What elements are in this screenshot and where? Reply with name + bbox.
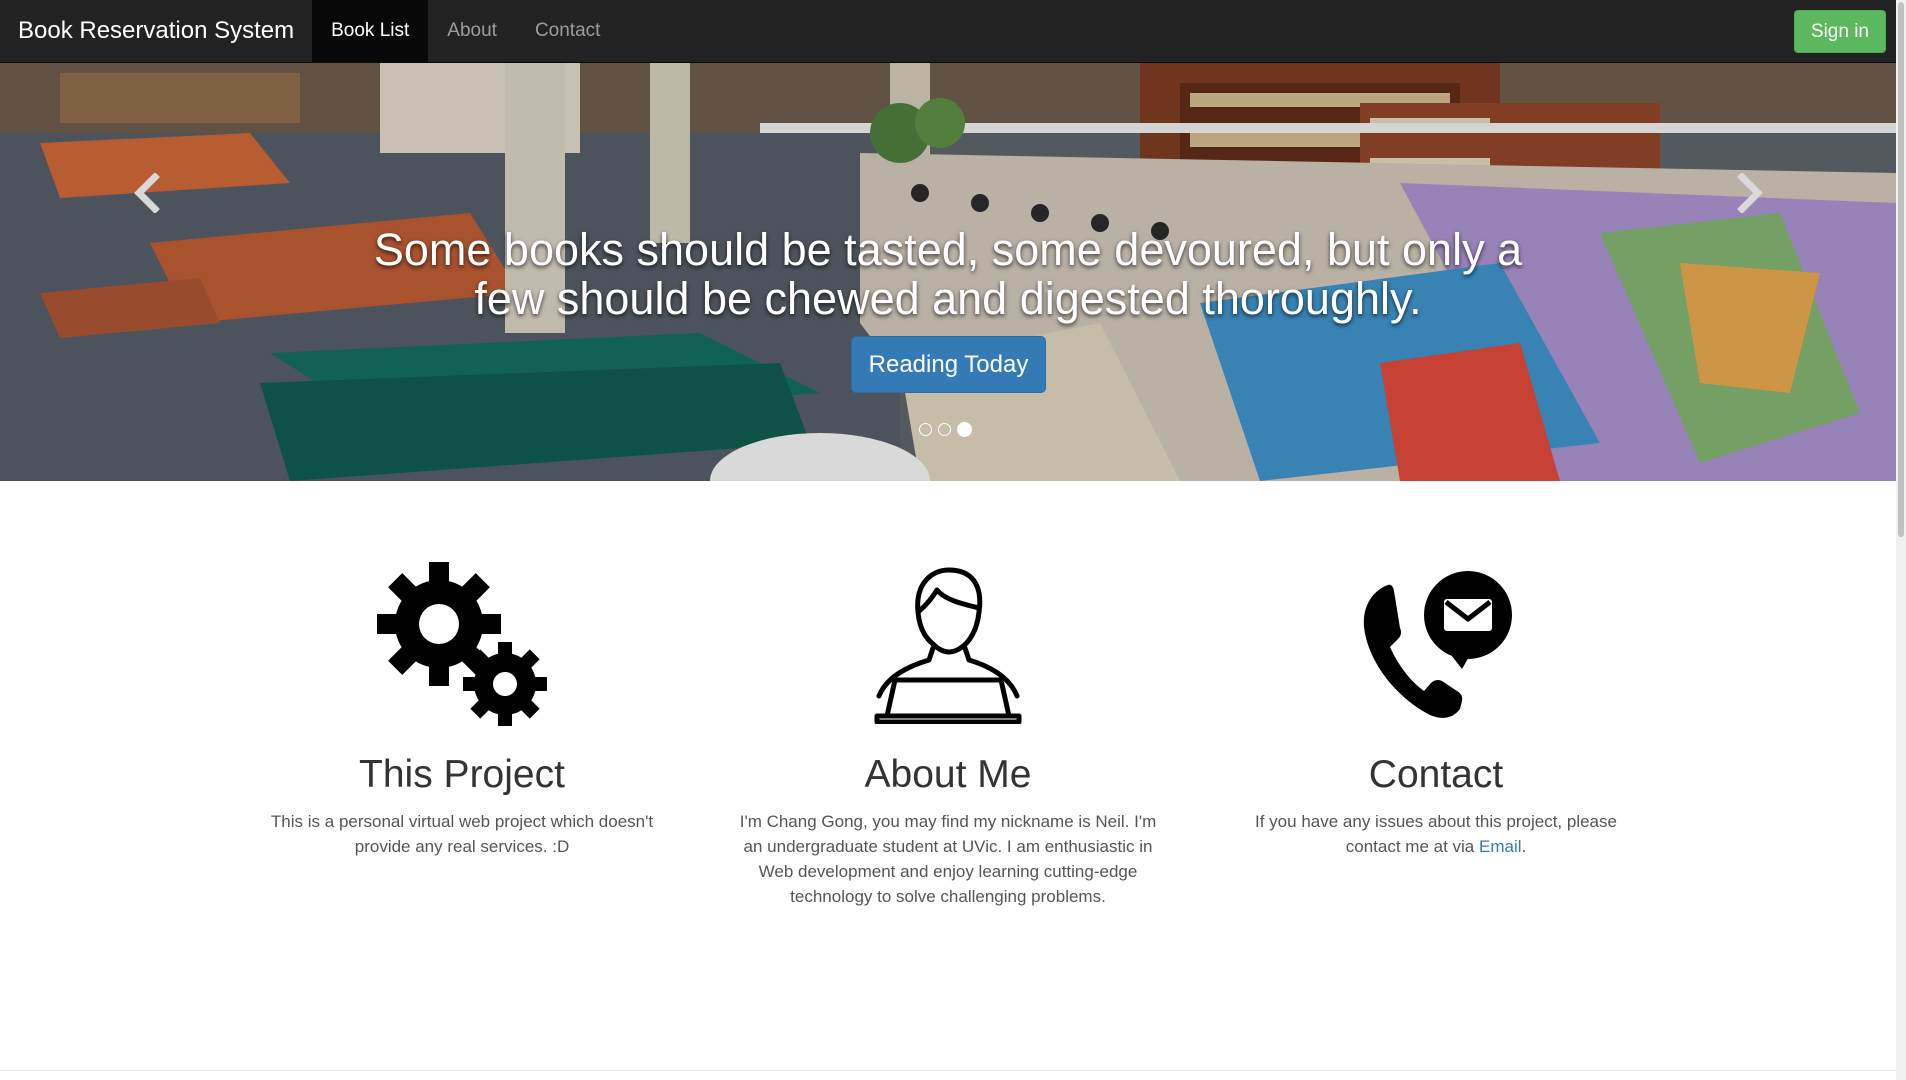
feature-title: About Me: [864, 753, 1032, 796]
email-link[interactable]: Email: [1479, 837, 1522, 856]
feature-text: If you have any issues about this projec…: [1226, 809, 1646, 859]
carousel-indicator-2[interactable]: [938, 423, 951, 436]
page-scrollbar[interactable]: [1896, 0, 1906, 1080]
page: Book Reservation System Book List About …: [0, 0, 1906, 1080]
carousel-indicator-3[interactable]: [957, 422, 972, 437]
feature-icon-wrapper: [738, 559, 1158, 729]
brand-link[interactable]: Book Reservation System: [0, 0, 312, 62]
feature-icon-wrapper: [1226, 559, 1646, 729]
carousel-next-control[interactable]: [1720, 153, 1780, 233]
nav-item-contact[interactable]: Contact: [516, 0, 619, 62]
nav-item-book-list[interactable]: Book List: [312, 0, 429, 62]
main-content: Book Reservation System Book List About …: [0, 0, 1896, 1080]
feature-this-project: This Project This is a personal virtual …: [252, 559, 672, 859]
carousel-caption: Some books should be tasted, some devour…: [373, 224, 1523, 324]
features-section: This Project This is a personal virtual …: [0, 481, 1896, 1080]
phone-mail-icon: [1363, 571, 1512, 718]
feature-text: This is a personal virtual web project w…: [270, 812, 654, 856]
hero-carousel: Some books should be tasted, some devour…: [0, 63, 1896, 481]
sign-in-button[interactable]: Sign in: [1793, 10, 1886, 53]
feature-text-before: If you have any issues about this projec…: [1255, 812, 1617, 856]
carousel-prev-control[interactable]: [117, 153, 177, 233]
feature-contact: Contact If you have any issues about thi…: [1226, 559, 1646, 859]
person-laptop-icon: [874, 567, 1022, 724]
chevron-left-icon: [134, 173, 160, 213]
carousel-indicators: [919, 422, 972, 437]
nav-item-about[interactable]: About: [428, 0, 516, 62]
gears-icon: [377, 562, 547, 726]
carousel-indicator-1[interactable]: [919, 423, 932, 436]
navbar: Book Reservation System Book List About …: [0, 0, 1896, 63]
feature-icon-wrapper: [252, 559, 672, 729]
nav-menu: Book List About Contact: [312, 0, 619, 62]
section-divider: [0, 1070, 1896, 1071]
reading-today-button[interactable]: Reading Today: [851, 336, 1046, 393]
feature-text-after: .: [1521, 837, 1527, 856]
feature-title: This Project: [359, 753, 565, 796]
feature-title: Contact: [1368, 753, 1504, 796]
feature-text: I'm Chang Gong, you may find my nickname…: [739, 812, 1157, 906]
chevron-right-icon: [1737, 173, 1763, 213]
feature-about-me: About Me I'm Chang Gong, you may find my…: [738, 559, 1158, 909]
scrollbar-thumb[interactable]: [1898, 2, 1904, 537]
